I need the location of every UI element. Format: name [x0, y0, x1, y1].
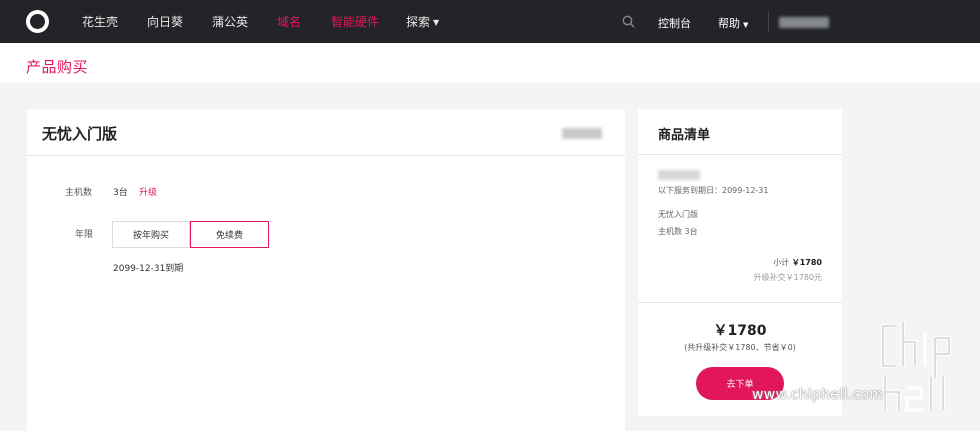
- product-title: 无忧入门版: [42, 125, 118, 143]
- watermark-text: www.chiphell.com: [752, 387, 884, 403]
- upgrade-note: 升级补交￥1780元: [753, 273, 822, 282]
- divider: [638, 154, 842, 155]
- divider: [638, 302, 842, 303]
- hosts-label: 主机数: [65, 188, 93, 198]
- order-summary-title: 商品清单: [658, 128, 711, 143]
- item-name: 无忧入门版: [658, 210, 698, 219]
- page-title-bar: [0, 43, 980, 83]
- username-redacted[interactable]: [779, 17, 829, 28]
- upgrade-link[interactable]: 升级: [139, 185, 157, 198]
- redacted-product-name: [658, 170, 700, 180]
- brand-logo[interactable]: [26, 10, 49, 33]
- item-hosts: 主机数 3台: [658, 227, 698, 236]
- order-summary-card: 商品清单 以下服务到期日：2099-12-31 无忧入门版 主机数 3台 小计 …: [638, 109, 842, 416]
- term-label: 年限: [75, 230, 94, 240]
- subtotal-value: ￥1780: [791, 258, 822, 267]
- service-expiry: 以下服务到期日：2099-12-31: [658, 186, 769, 195]
- nav-item-huashengke[interactable]: 花生壳: [82, 13, 118, 30]
- nav-item-xiangrikui[interactable]: 向日葵: [147, 13, 183, 30]
- expiry-date: 2099-12-31到期: [113, 264, 184, 274]
- console-link[interactable]: 控制台: [658, 15, 691, 31]
- help-menu-label: 帮助: [718, 17, 740, 30]
- chevron-down-icon: ▼: [433, 18, 440, 27]
- chiphell-watermark-logo: [881, 322, 951, 412]
- search-icon[interactable]: [622, 15, 635, 28]
- nav-item-pugongying[interactable]: 蒲公英: [212, 13, 248, 30]
- subtotal-label: 小计: [773, 258, 790, 267]
- divider: [27, 155, 625, 156]
- option-no-renewal[interactable]: 免续费: [190, 221, 269, 248]
- subtotal: 小计 ￥1780: [773, 257, 822, 268]
- option-buy-yearly[interactable]: 按年购买: [112, 221, 190, 248]
- nav-item-explore[interactable]: 探索 ▼: [406, 13, 439, 30]
- help-menu[interactable]: 帮助 ▼: [718, 15, 748, 31]
- product-config-card: 无忧入门版 主机数 3台 升级 年限 按年购买 免续费 2099-12-31到期: [27, 109, 625, 431]
- redacted-tag: [562, 128, 602, 139]
- nav-divider: [768, 12, 769, 32]
- nav-item-explore-label: 探索: [406, 15, 431, 29]
- nav-item-smart-hardware[interactable]: 智能硬件: [331, 13, 379, 30]
- top-navigation-bar: 花生壳 向日葵 蒲公英 域名 智能硬件 探索 ▼ 控制台 帮助 ▼: [0, 0, 980, 43]
- total-note: (共升级补交￥1780、节省￥0): [684, 343, 796, 352]
- chevron-down-icon: ▼: [743, 21, 749, 29]
- page-title: 产品购买: [26, 58, 89, 76]
- hosts-value: 3台: [113, 188, 128, 198]
- nav-item-domain[interactable]: 域名: [277, 13, 301, 30]
- total-price: ￥1780: [713, 323, 767, 339]
